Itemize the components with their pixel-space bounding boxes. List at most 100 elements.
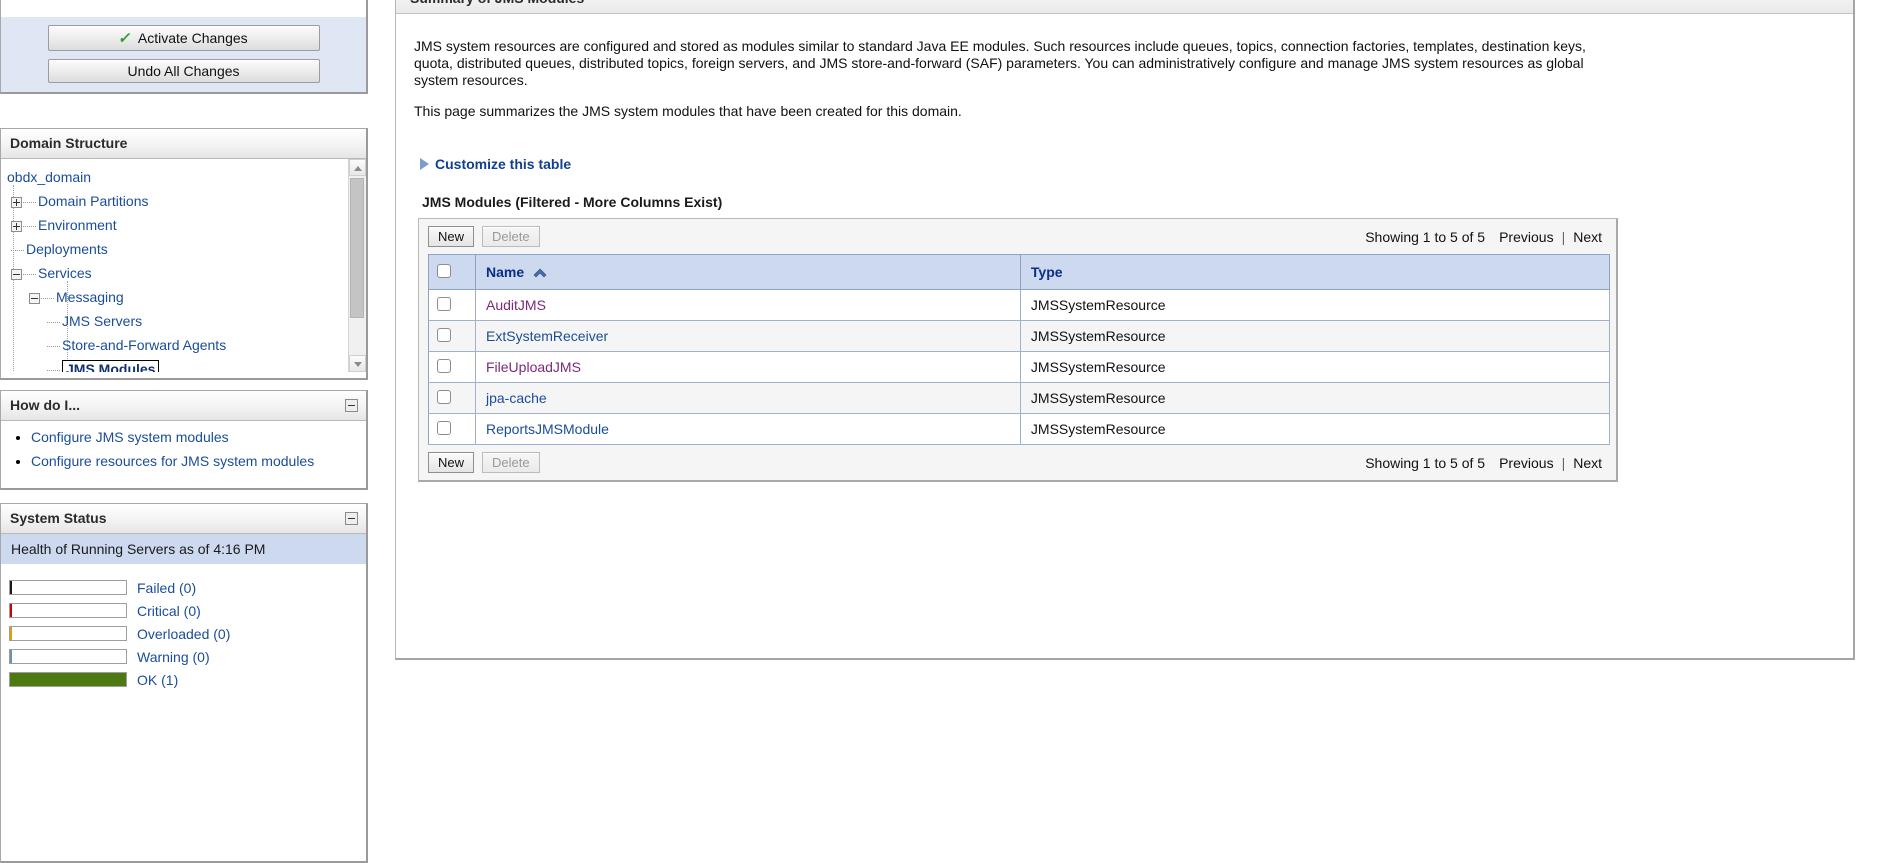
tree-item-deployments[interactable]: Deployments — [7, 237, 366, 261]
system-status-title-text: System Status — [10, 510, 106, 526]
how-do-i-link[interactable]: Configure resources for JMS system modul… — [31, 453, 314, 469]
tree-item-label[interactable]: Messaging — [56, 289, 124, 305]
column-header-type[interactable]: Type — [1020, 255, 1609, 290]
health-status-link[interactable]: OK (1) — [137, 672, 178, 688]
table-row: ReportsJMSModuleJMSSystemResource — [429, 414, 1610, 445]
table-toolbar-top: New Delete Showing 1 to 5 of 5 Previous … — [419, 219, 1616, 254]
delete-button-top: Delete — [482, 226, 540, 247]
change-center-buttons: ✓Activate Changes Undo All Changes — [1, 17, 366, 83]
health-status-link[interactable]: Overloaded (0) — [137, 626, 230, 642]
new-button-top[interactable]: New — [428, 226, 474, 247]
previous-link-top[interactable]: Previous — [1499, 229, 1553, 245]
showing-count-bottom: Showing 1 to 5 of 5 — [1365, 455, 1485, 471]
cell-name: jpa-cache — [476, 383, 1021, 414]
how-do-i-body: Configure JMS system modules Configure re… — [1, 421, 366, 487]
tree-items: Domain Partitions Environment Deployments S… — [7, 189, 366, 372]
row-select-cell[interactable] — [429, 383, 476, 414]
tree-item-label[interactable]: Store-and-Forward Agents — [62, 337, 226, 353]
collapse-icon[interactable] — [345, 399, 358, 412]
tree-connector — [23, 202, 36, 203]
health-status-link[interactable]: Warning (0) — [137, 649, 210, 665]
scroll-up-button[interactable] — [349, 159, 366, 176]
tree-item-label[interactable]: Deployments — [26, 241, 108, 257]
row-checkbox[interactable] — [437, 328, 451, 342]
intro-paragraph-1: JMS system resources are configured and … — [414, 38, 1604, 89]
table-header: Name Type — [429, 255, 1610, 290]
tree-root[interactable]: obdx_domain — [7, 165, 366, 189]
jms-module-link[interactable]: AuditJMS — [486, 297, 546, 313]
tree-item-domain-partitions[interactable]: Domain Partitions — [7, 189, 366, 213]
tree-item-jms-servers[interactable]: JMS Servers — [7, 309, 366, 333]
jms-module-link[interactable]: ExtSystemReceiver — [486, 328, 608, 344]
health-status-link[interactable]: Failed (0) — [137, 580, 196, 596]
how-do-i-link[interactable]: Configure JMS system modules — [31, 429, 229, 445]
row-select-cell[interactable] — [429, 414, 476, 445]
tree-item-store-and-forward-agents[interactable]: Store-and-Forward Agents — [7, 333, 366, 357]
select-all-checkbox[interactable] — [437, 264, 451, 278]
row-checkbox[interactable] — [437, 390, 451, 404]
tree-item-obdx-domain[interactable]: obdx_domain — [7, 169, 91, 185]
weblogic-console-page: to take effect. ✓Activate Changes Undo A… — [0, 0, 1886, 863]
health-bar — [9, 672, 127, 687]
collapse-icon[interactable] — [29, 293, 40, 304]
select-all-header[interactable] — [429, 255, 476, 290]
tree-item-jms-modules[interactable]: JMS Modules — [7, 357, 366, 372]
activate-changes-label: Activate Changes — [138, 30, 248, 46]
table-title: JMS Modules (Filtered - More Columns Exi… — [422, 194, 1835, 210]
chevron-up-icon — [354, 166, 362, 171]
undo-all-changes-button[interactable]: Undo All Changes — [48, 59, 320, 83]
collapse-icon[interactable] — [11, 269, 22, 280]
how-do-i-panel: How do I... Configure JMS system modules… — [0, 390, 368, 490]
tree-item-label[interactable]: JMS Modules — [62, 360, 159, 372]
table-row: ExtSystemReceiverJMSSystemResource — [429, 321, 1610, 352]
row-select-cell[interactable] — [429, 321, 476, 352]
health-status-link[interactable]: Critical (0) — [137, 603, 201, 619]
tree-connector — [23, 274, 36, 275]
paging-controls-bottom: Showing 1 to 5 of 5 Previous | Next — [1365, 455, 1606, 471]
domain-structure-scrollbar[interactable] — [348, 159, 366, 372]
domain-structure-title: Domain Structure — [1, 129, 366, 159]
customize-this-table-row[interactable]: Customize this table — [420, 156, 1835, 172]
row-checkbox[interactable] — [437, 421, 451, 435]
row-checkbox[interactable] — [437, 359, 451, 373]
previous-link-bottom[interactable]: Previous — [1499, 455, 1553, 471]
cell-type: JMSSystemResource — [1020, 383, 1609, 414]
column-header-name[interactable]: Name — [476, 255, 1021, 290]
next-link-bottom[interactable]: Next — [1573, 455, 1602, 471]
domain-structure-body: obdx_domain Domain Partitions Environment… — [1, 159, 366, 372]
domain-structure-panel: Domain Structure obdx_domain Domain Part… — [0, 128, 368, 380]
tree-item-services[interactable]: Services — [7, 261, 366, 285]
tree-item-label[interactable]: Environment — [38, 217, 117, 233]
customize-this-table-link[interactable]: Customize this table — [435, 156, 571, 172]
scrollbar-thumb[interactable] — [350, 178, 364, 318]
jms-module-link[interactable]: FileUploadJMS — [486, 359, 581, 375]
expand-icon[interactable] — [11, 197, 22, 208]
paging-separator-bottom: | — [1562, 455, 1566, 471]
cell-type: JMSSystemResource — [1020, 352, 1609, 383]
health-bar-indicator — [10, 627, 12, 640]
paging-controls-top: Showing 1 to 5 of 5 Previous | Next — [1365, 229, 1606, 245]
jms-module-link[interactable]: ReportsJMSModule — [486, 421, 609, 437]
jms-module-link[interactable]: jpa-cache — [486, 390, 547, 406]
new-button-bottom[interactable]: New — [428, 452, 474, 473]
table-row: jpa-cache JMSSystemResource — [429, 383, 1610, 414]
row-checkbox[interactable] — [437, 297, 451, 311]
health-bar — [9, 580, 127, 595]
health-row: Warning (0) — [1, 645, 366, 668]
row-select-cell[interactable] — [429, 352, 476, 383]
collapse-icon[interactable] — [345, 512, 358, 525]
row-select-cell[interactable] — [429, 290, 476, 321]
table-header-row: Name Type — [429, 255, 1610, 290]
scroll-down-button[interactable] — [349, 355, 366, 372]
how-do-i-item: Configure JMS system modules — [31, 429, 356, 446]
tree-connector — [47, 370, 60, 371]
tree-item-environment[interactable]: Environment — [7, 213, 366, 237]
tree-item-label[interactable]: Domain Partitions — [38, 193, 149, 209]
activate-changes-button[interactable]: ✓Activate Changes — [48, 25, 320, 51]
tree-item-label[interactable]: Services — [38, 265, 92, 281]
main-content-panel: Summary of JMS Modules JMS system resour… — [395, 0, 1855, 660]
tree-item-label[interactable]: JMS Servers — [62, 313, 142, 329]
next-link-top[interactable]: Next — [1573, 229, 1602, 245]
expand-icon[interactable] — [11, 221, 22, 232]
tree-item-messaging[interactable]: Messaging — [7, 285, 366, 309]
